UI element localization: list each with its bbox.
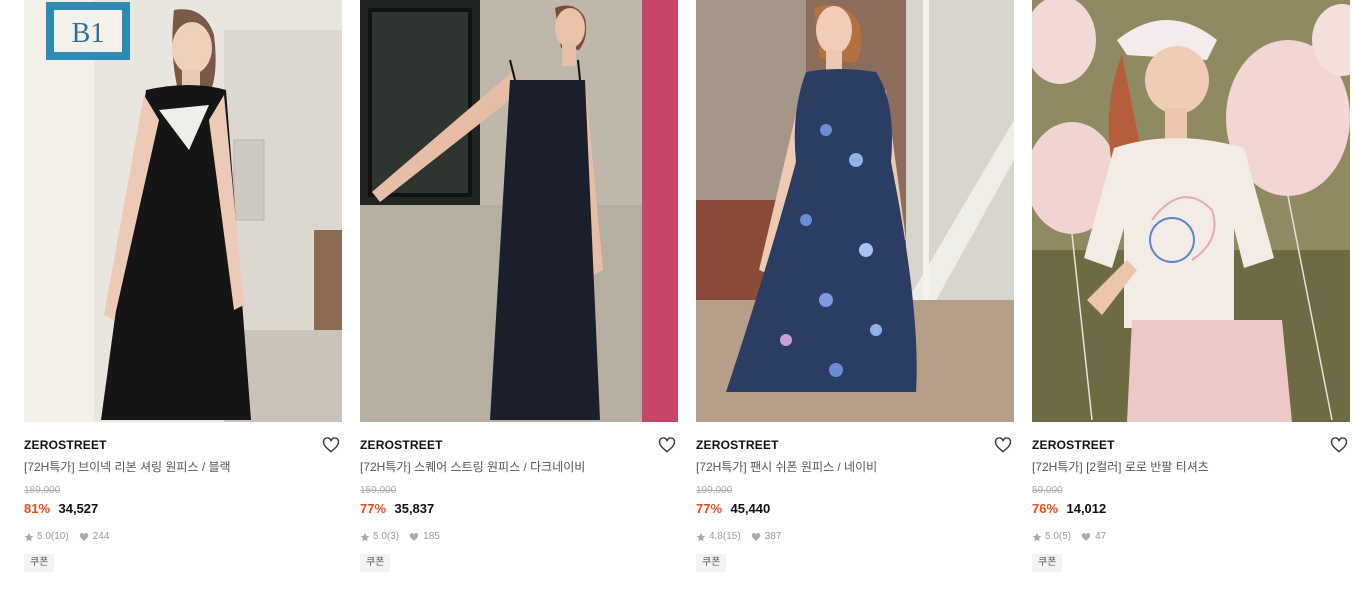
product-image[interactable]: B1 (24, 0, 342, 422)
product-image[interactable] (360, 0, 678, 422)
product-photo-floral-dress (696, 0, 1014, 422)
review-meta: 5.0 (10) 244 (24, 531, 342, 543)
brand-row: ZEROSTREET (360, 436, 678, 454)
like-count: 387 (764, 531, 782, 542)
product-grid: B1 ZEROSTREET [72H특가] 브이넥 리본 셔링 원피스 / 블랙… (0, 0, 1356, 590)
review-count: (10) (50, 531, 69, 542)
coupon-badge: 쿠폰 (696, 554, 727, 572)
discount-rate: 76% (1032, 501, 1059, 516)
heart-filled-icon (751, 533, 760, 541)
brand-name[interactable]: ZEROSTREET (696, 438, 779, 452)
review-meta: 4.8 (15) 387 (696, 531, 1014, 543)
heart-outline-icon[interactable] (1330, 436, 1348, 454)
brand-row: ZEROSTREET (1032, 436, 1350, 454)
product-photo-black-dress: B1 (24, 0, 342, 422)
review-count: (5) (1058, 531, 1072, 542)
sign-text: B1 (72, 18, 105, 49)
brand-row: ZEROSTREET (696, 436, 1014, 454)
coupon-badge: 쿠폰 (1032, 554, 1063, 572)
heart-filled-icon (79, 533, 88, 541)
product-name[interactable]: [72H특가] 스퀘어 스트링 원피스 / 다크네이비 (360, 459, 678, 475)
rating-value: 5.0 (373, 531, 387, 542)
heart-filled-icon (409, 533, 419, 541)
brand-name[interactable]: ZEROSTREET (1032, 438, 1115, 452)
original-price: 199,000 (696, 485, 733, 496)
rating-value: 5.0 (1045, 531, 1059, 542)
sale-price: 34,527 (58, 501, 99, 516)
product-image[interactable] (696, 0, 1014, 422)
product-card[interactable]: ZEROSTREET [72H특가] [2컬러] 로로 반팔 티셔츠 59,00… (1032, 0, 1350, 572)
star-icon (696, 532, 706, 542)
rating-value: 4.8 (709, 531, 723, 542)
sale-price: 14,012 (1066, 501, 1107, 516)
price-row: 77% 45,440 (696, 501, 1014, 517)
original-price: 159,000 (360, 485, 397, 496)
star-icon (24, 532, 34, 542)
product-image[interactable] (1032, 0, 1350, 422)
brand-name[interactable]: ZEROSTREET (24, 438, 107, 452)
discount-rate: 81% (24, 501, 51, 516)
review-meta: 5.0 (3) 185 (360, 531, 678, 543)
rating-value: 5.0 (37, 531, 51, 542)
product-photo-navy-dress (360, 0, 678, 422)
star-icon (360, 532, 370, 542)
heart-outline-icon[interactable] (322, 436, 340, 454)
product-card[interactable]: B1 ZEROSTREET [72H특가] 브이넥 리본 셔링 원피스 / 블랙… (24, 0, 342, 572)
review-count: (3) (386, 531, 400, 542)
price-row: 81% 34,527 (24, 501, 342, 517)
like-count: 47 (1095, 531, 1107, 542)
like-count: 244 (92, 531, 110, 542)
product-card[interactable]: ZEROSTREET [72H특가] 팬시 쉬폰 원피스 / 네이비 199,0… (696, 0, 1014, 572)
product-name[interactable]: [72H특가] 팬시 쉬폰 원피스 / 네이비 (696, 459, 1014, 475)
price-row: 77% 35,837 (360, 501, 678, 517)
heart-outline-icon[interactable] (658, 436, 676, 454)
sale-price: 35,837 (394, 501, 435, 516)
discount-rate: 77% (360, 501, 387, 516)
product-photo-tshirt (1032, 0, 1350, 422)
heart-outline-icon[interactable] (994, 436, 1012, 454)
brand-name[interactable]: ZEROSTREET (360, 438, 443, 452)
heart-filled-icon (1081, 533, 1091, 541)
star-icon (1032, 532, 1042, 542)
product-name[interactable]: [72H특가] [2컬러] 로로 반팔 티셔츠 (1032, 459, 1350, 475)
sale-price: 45,440 (730, 501, 771, 516)
price-row: 76% 14,012 (1032, 501, 1350, 517)
coupon-badge: 쿠폰 (24, 554, 55, 572)
review-meta: 5.0 (5) 47 (1032, 531, 1350, 543)
coupon-badge: 쿠폰 (360, 554, 391, 572)
product-card[interactable]: ZEROSTREET [72H특가] 스퀘어 스트링 원피스 / 다크네이비 1… (360, 0, 678, 572)
discount-rate: 77% (696, 501, 723, 516)
original-price: 59,000 (1032, 485, 1063, 496)
brand-row: ZEROSTREET (24, 436, 342, 454)
product-name[interactable]: [72H특가] 브이넥 리본 셔링 원피스 / 블랙 (24, 459, 342, 475)
review-count: (15) (722, 531, 741, 542)
original-price: 189,000 (24, 485, 61, 496)
like-count: 185 (423, 531, 440, 542)
